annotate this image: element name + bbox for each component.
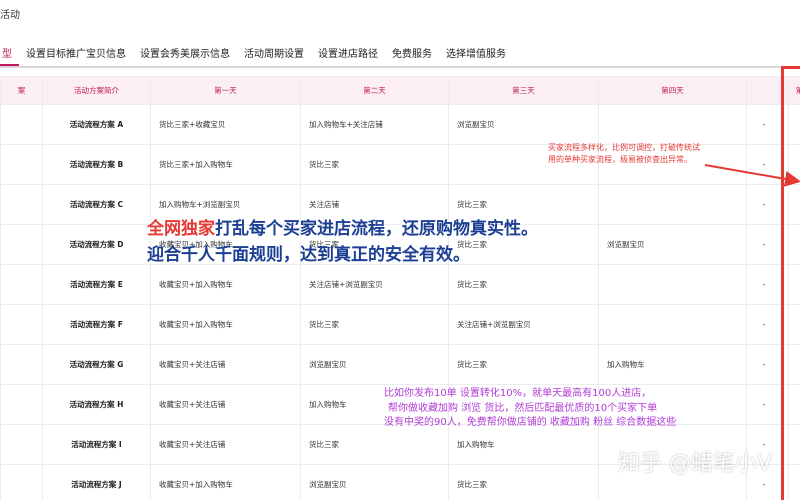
cell-day1: 收藏宝贝+加入购物车 xyxy=(150,304,301,345)
cell-day1: 收藏宝贝+关注店铺 xyxy=(150,344,301,385)
cell-day4 xyxy=(598,304,747,345)
cell-day1: 货比三家+加入购物车 xyxy=(150,144,301,185)
cell-day2: 加入购物车+关注店铺 xyxy=(300,104,449,145)
cell-extra: - xyxy=(746,144,782,185)
cell-day1: 收藏宝贝+加入购物车 xyxy=(150,464,301,500)
cell-day1: 收藏宝贝+加入购物车 xyxy=(150,264,301,305)
table-row: 活动流程方案 E 收藏宝贝+加入购物车 关注店铺+浏览副宝贝 货比三家 - xyxy=(0,264,800,305)
cell-index xyxy=(0,104,43,145)
cell-index xyxy=(0,384,43,425)
cell-day2: 浏览副宝贝 xyxy=(300,344,449,385)
cell-day2: 浏览副宝贝 xyxy=(300,464,449,500)
tab-cycle-settings[interactable]: 活动周期设置 xyxy=(237,44,311,66)
plan-table: 案 活动方案简介 第一天 第二天 第三天 第四天 第 活动流程方案 A货比三家+… xyxy=(0,76,800,500)
cell-plan-name: 活动流程方案 D xyxy=(42,224,151,265)
table-header-row: 案 活动方案简介 第一天 第二天 第三天 第四天 第 xyxy=(0,76,800,105)
cell-plan-name: 活动流程方案 B xyxy=(42,144,151,185)
cell-plan-name: 活动流程方案 I xyxy=(42,424,151,465)
breadcrumb: 活动 xyxy=(0,10,20,21)
cell-day2: 货比三家 xyxy=(300,424,449,465)
note-purple-line: 帮你做收藏加购 浏览 货比，然后匹配最优质的10个买家下单 xyxy=(388,402,658,414)
col-header-day2: 第二天 xyxy=(300,76,449,105)
cell-plan-name: 活动流程方案 J xyxy=(42,464,151,500)
note-purple-line: 比如你发布10单 设置转化10%，就单天最高有100人进店， xyxy=(384,388,652,399)
col-header-summary: 活动方案简介 xyxy=(42,76,151,105)
cell-day1: 收藏宝贝+关注店铺 xyxy=(150,384,301,425)
col-header-extra xyxy=(746,76,782,105)
cell-index xyxy=(0,344,43,385)
cell-extra: - xyxy=(746,304,782,345)
headline-callout: 全网独家打乱每个买家进店流程，还原购物真实性。 迎合千人千面规则，达到真正的安全… xyxy=(147,216,538,268)
cell-day3: 货比三家 xyxy=(448,264,599,305)
tab-target-product[interactable]: 设置目标推广宝贝信息 xyxy=(19,44,133,66)
step-tabs: 型 设置目标推广宝贝信息 设置会秀美展示信息 活动周期设置 设置进店路径 免费服… xyxy=(0,44,800,68)
headline-highlight: 全网独家 xyxy=(147,219,215,239)
cell-extra: - xyxy=(746,344,782,385)
note-red-line: 用的单种买家流程，极易被侦查出异常。 xyxy=(548,155,692,164)
cell-extra: - xyxy=(746,264,782,305)
cell-day1: 收藏宝贝+关注店铺 xyxy=(150,424,301,465)
cell-plan-name: 活动流程方案 H xyxy=(42,384,151,425)
screenshot-root: { "header": { "breadcrumb": "活动" }, "tab… xyxy=(0,0,800,500)
table-row: 活动流程方案 G 收藏宝贝+关注店铺 浏览副宝贝 货比三家 加入购物车 - xyxy=(0,344,800,385)
watermark-logo: 知乎 @蜡笔小V xyxy=(618,451,773,476)
cell-index xyxy=(0,464,43,500)
col-header-day3: 第三天 xyxy=(448,76,599,105)
note-purple-line: 没有中奖的90人，免费帮你做店铺的 收藏加购 粉丝 综合数据这些 xyxy=(384,417,677,428)
table-row: 活动流程方案 F 收藏宝贝+加入购物车 货比三家 关注店铺+浏览副宝贝 - xyxy=(0,304,800,345)
cell-extra: - xyxy=(746,184,782,225)
cell-day4 xyxy=(598,184,747,225)
annotation-note-red: 买家流程多样化，比例可调控，打破传统试 用的单种买家流程，极易被侦查出异常。 xyxy=(548,142,748,166)
highlight-box xyxy=(781,66,800,500)
cell-index xyxy=(0,224,43,265)
table-row: 活动流程方案 A 货比三家+收藏宝贝 加入购物车+关注店铺 浏览副宝贝 - xyxy=(0,104,800,145)
tab-free-service[interactable]: 免费服务 xyxy=(385,44,439,66)
col-header-day1: 第一天 xyxy=(150,76,301,105)
headline-line-1: 全网独家打乱每个买家进店流程，还原购物真实性。 xyxy=(147,216,538,242)
cell-day4 xyxy=(598,104,747,145)
cell-plan-name: 活动流程方案 F xyxy=(42,304,151,345)
headline-text: 打乱每个买家进店流程，还原购物真实性。 xyxy=(215,219,538,239)
cell-day2: 货比三家 xyxy=(300,144,449,185)
cell-day3: 加入购物车 xyxy=(448,424,599,465)
cell-extra: - xyxy=(746,104,782,145)
cell-day4 xyxy=(598,264,747,305)
cell-index xyxy=(0,424,43,465)
col-header-day4: 第四天 xyxy=(598,76,747,105)
cell-index xyxy=(0,144,43,185)
cell-plan-name: 活动流程方案 C xyxy=(42,184,151,225)
cell-day3: 货比三家 xyxy=(448,344,599,385)
cell-plan-name: 活动流程方案 G xyxy=(42,344,151,385)
col-header-plan: 案 xyxy=(0,76,43,105)
tab-addon-service[interactable]: 选择增值服务 xyxy=(439,44,513,66)
cell-day3: 浏览副宝贝 xyxy=(448,104,599,145)
cell-day4: 加入购物车 xyxy=(598,344,747,385)
cell-day2: 货比三家 xyxy=(300,304,449,345)
annotation-note-purple: 比如你发布10单 设置转化10%，就单天最高有100人进店， 帮你做收藏加购 浏… xyxy=(384,387,676,431)
cell-index xyxy=(0,184,43,225)
tab-plan-type[interactable]: 型 xyxy=(0,44,19,66)
cell-day3: 关注店铺+浏览副宝贝 xyxy=(448,304,599,345)
cell-extra: - xyxy=(746,384,782,425)
tab-entry-path[interactable]: 设置进店路径 xyxy=(311,44,385,66)
cell-day3: 货比三家 xyxy=(448,464,599,500)
headline-line-2: 迎合千人千面规则，达到真正的安全有效。 xyxy=(147,245,470,265)
cell-plan-name: 活动流程方案 E xyxy=(42,264,151,305)
cell-extra: - xyxy=(746,224,782,265)
cell-day4: 浏览副宝贝 xyxy=(598,224,747,265)
cell-index xyxy=(0,304,43,345)
cell-day1: 货比三家+收藏宝贝 xyxy=(150,104,301,145)
decorative-line xyxy=(40,0,100,3)
tab-showcase-info[interactable]: 设置会秀美展示信息 xyxy=(133,44,237,66)
cell-plan-name: 活动流程方案 A xyxy=(42,104,151,145)
cell-index xyxy=(0,264,43,305)
note-red-line: 买家流程多样化，比例可调控，打破传统试 xyxy=(548,143,700,152)
cell-day2: 关注店铺+浏览副宝贝 xyxy=(300,264,449,305)
top-bar: 活动 xyxy=(0,0,800,30)
